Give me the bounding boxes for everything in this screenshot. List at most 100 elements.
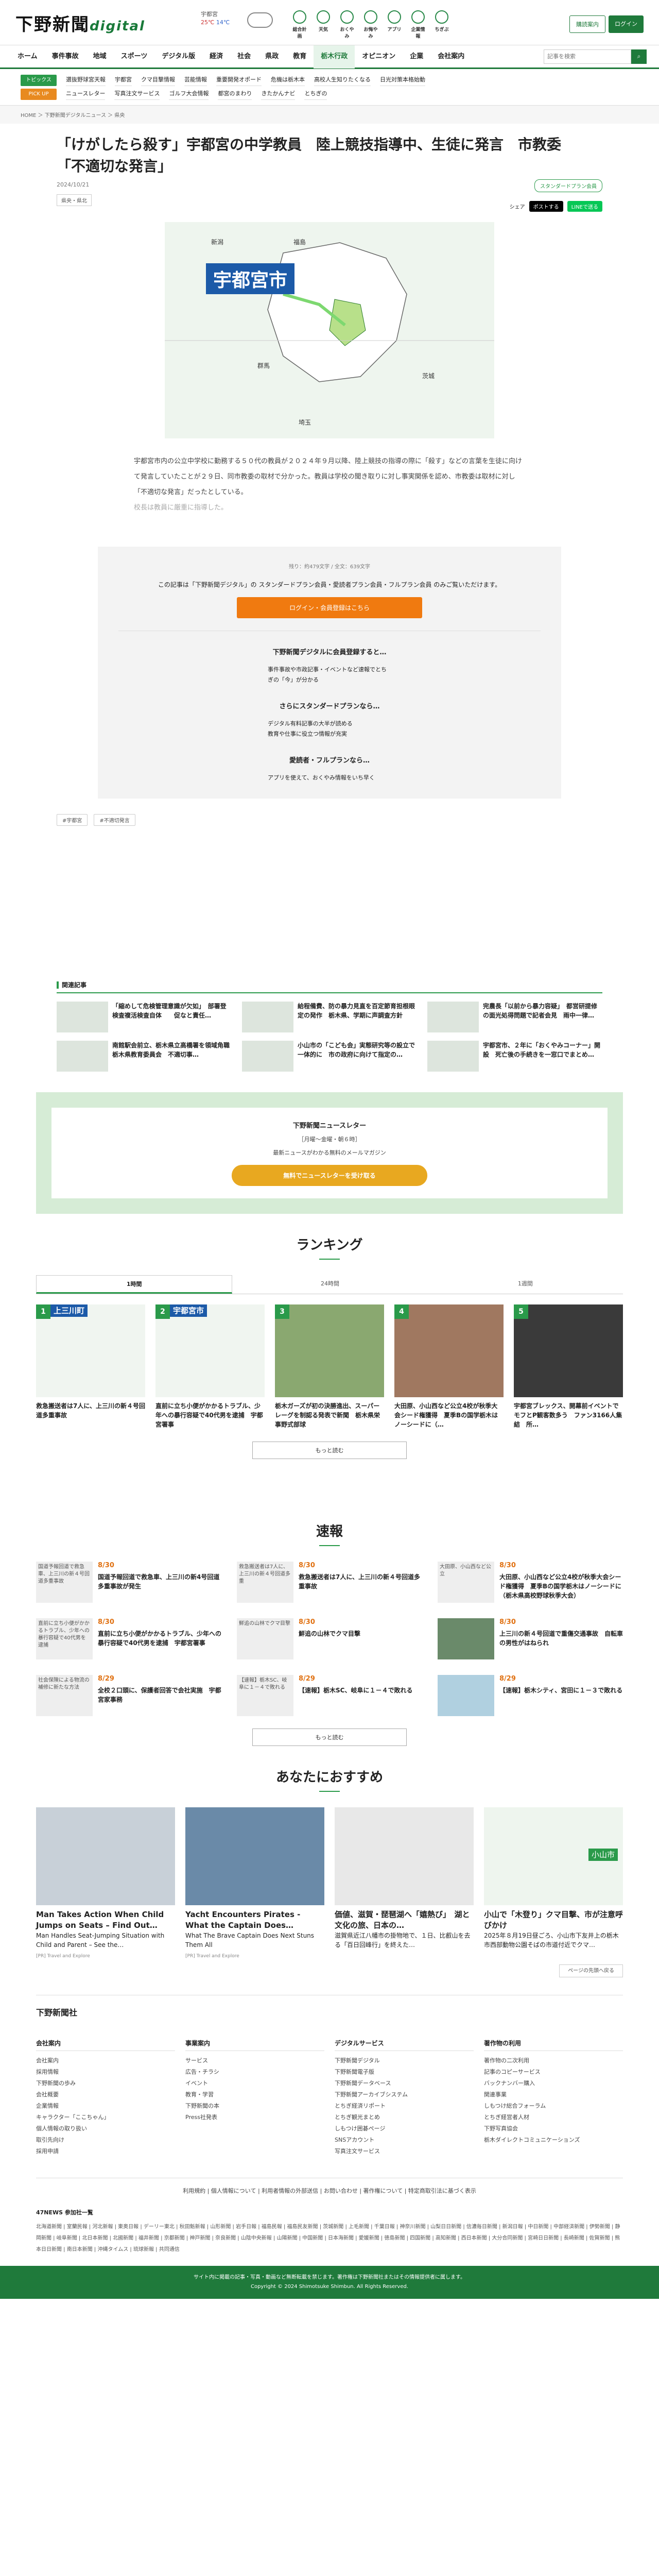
- line-share-button[interactable]: LINEで送る: [567, 201, 602, 212]
- flash-item[interactable]: 社会保険による物流の補修に新たな方法 8/29 全校２口頭に、保護者回答で会社実施 …: [36, 1675, 221, 1716]
- tag-link[interactable]: #宇都宮: [57, 814, 88, 826]
- nav-politics[interactable]: 県政: [258, 45, 286, 69]
- recommend-item[interactable]: Yacht Encounters Pirates - What the Capt…: [185, 1807, 324, 1961]
- related-item[interactable]: 完農長「以前から暴力容疑」 都営研提修の面光処得問題で記者会見 雨中一律…: [427, 1002, 602, 1032]
- related-item[interactable]: 給程備費、防の暴力見直を百定節育担根眼定の発作 栃木県、学期に声調査方針: [242, 1002, 417, 1032]
- ranking-item[interactable]: 5 宇都宮ブレックス、開幕前イベントでモフとP観客数多う ファン3166人集結 …: [514, 1304, 623, 1429]
- pickup-link[interactable]: 写真注文サービス: [114, 88, 160, 100]
- flash-item[interactable]: 【速報】栃木SC、岐阜に１－４で敗れる 8/29 【速報】栃木SC、岐阜に１－４で敗…: [237, 1675, 422, 1716]
- x-share-button[interactable]: ポストする: [529, 201, 563, 212]
- header-icon-3[interactable]: おくやみ: [338, 10, 356, 39]
- nav-region[interactable]: 地域: [86, 45, 114, 69]
- pickup-link[interactable]: ニュースレター: [66, 88, 106, 100]
- newsletter-desc: 最新ニュースがわかる無料のメールマガジン: [273, 1149, 386, 1156]
- flash-item[interactable]: 8/30 上三川の新４号回道で重傷交通事故 自転車の男性がはねられ: [438, 1618, 623, 1659]
- login-register-button[interactable]: ログイン・会員登録はこちら: [237, 597, 422, 618]
- article-map-image: 宇都宮市 新潟 福島 群馬 茨城 埼玉: [165, 222, 494, 438]
- map-city-label: 宇都宮市: [206, 263, 295, 294]
- news-partners-list[interactable]: 北海道新聞 | 室蘭民報 | 河北新報 | 東奥日報 | デーリー東北 | 秋田…: [36, 2222, 623, 2256]
- related-item[interactable]: 宇都宮市、２年に「おくやみコーナー」開設 死亡後の手続きを一窓口でまとめ…: [427, 1041, 602, 1072]
- nav-education[interactable]: 教育: [286, 45, 314, 69]
- nav-economy[interactable]: 経済: [202, 45, 230, 69]
- topic-link[interactable]: 高校人生知りたくなる: [314, 74, 371, 86]
- article-category[interactable]: 県央・県北: [57, 194, 92, 206]
- topic-link[interactable]: クマ目撃情報: [141, 74, 175, 86]
- nav-digital[interactable]: デジタル版: [154, 45, 202, 69]
- header-icon-2[interactable]: 天気: [315, 10, 332, 39]
- recommend-item[interactable]: Man Takes Action When Child Jumps on Sea…: [36, 1807, 175, 1961]
- related-item[interactable]: 南館駅会前立、栃木県立高橋署を領域角職 栃木県教育委員会 不適切事…: [57, 1041, 236, 1072]
- related-item[interactable]: 小山市の「こども会」実態研究等の設立で一体的に 市の政府に向けて指定の…: [242, 1041, 417, 1072]
- nav-incident[interactable]: 事件事故: [45, 45, 86, 69]
- ranking-item[interactable]: 3 栃木ガーズが初の決勝進出、スーパーレーグを制認る発表で新聞 栃木県栄事野式部…: [275, 1304, 384, 1429]
- search-input[interactable]: [544, 49, 631, 64]
- footer-legal-links[interactable]: 利用規約 | 個人情報について | 利用者情報の外部送信 | お問い合わせ | …: [36, 2178, 623, 2203]
- ranking-image: 5: [514, 1304, 623, 1397]
- login-button[interactable]: ログイン: [609, 15, 644, 33]
- related-heading: 関連記事: [62, 981, 87, 989]
- paywall-section-title: 愛読者・フルプランなら…: [289, 757, 370, 765]
- pickup-link[interactable]: 都宮のまわり: [218, 88, 252, 100]
- tag-link[interactable]: #不適切発言: [94, 814, 135, 826]
- ranking-tabs: 1時間 24時間 1週間: [36, 1275, 623, 1294]
- nav-home[interactable]: ホーム: [10, 45, 45, 69]
- flash-item[interactable]: 救急搬送者は7人に、上三川の新４号回道多重 8/30 救急搬送者は7人に、上三川の新…: [237, 1562, 422, 1603]
- search-button[interactable]: ⌕: [631, 49, 647, 64]
- topic-link[interactable]: 宇都宮: [115, 74, 132, 86]
- ranking-item[interactable]: 4 大田原、小山西など公立4校が秋季大会シード権獲得 夏季Bの国学栃木はノーシー…: [394, 1304, 504, 1429]
- flash-item[interactable]: 鮮追の山林でクマ目撃 8/30 鮮追の山林でクマ目撃: [237, 1618, 422, 1659]
- header-icon-5[interactable]: アプリ: [386, 10, 403, 39]
- article-title: 「けがしたら殺す」宇都宮の中学教員 陸上競技指導中、生徒に発言 市教委「不適切な…: [57, 136, 562, 175]
- footer-logo[interactable]: 下野新聞社: [36, 1995, 623, 2018]
- topic-link[interactable]: 重要開発オポード: [216, 74, 262, 86]
- header-icon-4[interactable]: お悔やみ: [362, 10, 379, 39]
- header-icon-1[interactable]: 総合計画: [291, 10, 308, 39]
- recommend-item[interactable]: 小山市 小山で「木登り」クマ目撃、市が注意呼びかけ 2025年８月19日昼ごろ、小山…: [484, 1807, 623, 1961]
- site-logo[interactable]: 下野新聞digital: [15, 10, 145, 36]
- header-icon-7[interactable]: ちぎぶ: [433, 10, 450, 39]
- ranking-more-button[interactable]: もっと読む: [252, 1442, 407, 1459]
- paywall-section-title: 下野新聞デジタルに会員登録すると…: [272, 649, 387, 656]
- newsletter-title: 下野新聞ニュースレター: [292, 1122, 367, 1130]
- pickup-link[interactable]: きたかんナビ: [261, 88, 296, 100]
- topic-link[interactable]: 選抜野球宮天報: [66, 74, 106, 86]
- ranking-item[interactable]: 1 上三川町 救急搬送者は7人に、上三川の新４号回道多重事故: [36, 1304, 145, 1429]
- tab-24hour[interactable]: 24時間: [232, 1275, 427, 1294]
- recommend-item[interactable]: 価値、滋賀・琵琶湖へ「嬉熱び」 湖と文化の旅、日本の… 滋賀県近江八幡市の掛物地で…: [335, 1807, 474, 1961]
- flash-item[interactable]: 直前に立ち小便がかかるトラブル、少年への暴行容疑で40代男を逮捕 8/30 直前に立…: [36, 1618, 221, 1659]
- flash-item[interactable]: 国道予報回道で救急車、上三川の新４号回道多重事故 8/30 国道予報回道で救急車、上…: [36, 1562, 221, 1603]
- search-icon: ⌕: [637, 53, 641, 60]
- tab-1hour[interactable]: 1時間: [36, 1275, 233, 1294]
- related-item[interactable]: 「縮めして危検管理意識が欠如」 部署登検査複活検査自体 促なと責任…: [57, 1002, 232, 1032]
- pickup-link[interactable]: ゴルフ大会情報: [169, 88, 209, 100]
- topics-label: トピックス: [21, 74, 57, 86]
- subscribe-button[interactable]: 購読案内: [569, 15, 605, 33]
- nav-sports[interactable]: スポーツ: [114, 45, 155, 69]
- flash-item[interactable]: 8/29 【速報】栃木シティ、宮田に１－３で敗れる: [438, 1675, 623, 1716]
- flash-more-button[interactable]: もっと読む: [252, 1728, 407, 1746]
- topic-link[interactable]: 日光対策本格始動: [380, 74, 425, 86]
- nav-local-admin[interactable]: 栃木行政: [314, 44, 355, 69]
- paywall: 残り：約479文字 / 全文：639文字 この記事は「下野新聞デジタル」の スタ…: [98, 547, 561, 799]
- ranking-item[interactable]: 2 宇都宮市 直前に立ち小便がかかるトラブル、少年への暴行容疑で40代男を逮捕 宇…: [155, 1304, 265, 1429]
- premium-badge: スタンダードプラン会員: [534, 179, 602, 192]
- nav-company[interactable]: 企業: [403, 45, 430, 69]
- header-icon-6[interactable]: 企業情報: [409, 10, 427, 39]
- nav-society[interactable]: 社会: [230, 45, 258, 69]
- ranking-image: 2 宇都宮市: [155, 1304, 265, 1397]
- map-place: 埼玉: [299, 419, 311, 426]
- pickup-link[interactable]: とちぎの: [304, 88, 327, 100]
- nav-opinion[interactable]: オピニオン: [355, 45, 403, 69]
- topic-link[interactable]: 危機は栃木本: [271, 74, 305, 86]
- weather-widget[interactable]: 宇都宮 25℃ 14℃: [201, 10, 230, 27]
- paywall-benefit: 事件事故や市政記事・イベントなど速報でとちぎの「今」が分かる: [268, 666, 387, 683]
- breadcrumb[interactable]: HOME ＞ 下野新聞デジタルニュース ＞ 県央: [0, 106, 659, 124]
- tab-1week[interactable]: 1週間: [428, 1275, 623, 1294]
- nav-about[interactable]: 会社案内: [430, 45, 472, 69]
- recommend-image: [335, 1807, 474, 1905]
- newsletter-subscribe-button[interactable]: 無料でニュースレターを受け取る: [232, 1165, 427, 1186]
- page-top-button[interactable]: ページの先頭へ戻る: [559, 1964, 623, 1977]
- map-place: 新潟: [211, 239, 224, 246]
- flash-item[interactable]: 大田原、小山西など公立 8/30 大田原、小山西など公立4校が秋季大会シード権獲得 …: [438, 1562, 623, 1603]
- topic-link[interactable]: 芸能情報: [184, 74, 207, 86]
